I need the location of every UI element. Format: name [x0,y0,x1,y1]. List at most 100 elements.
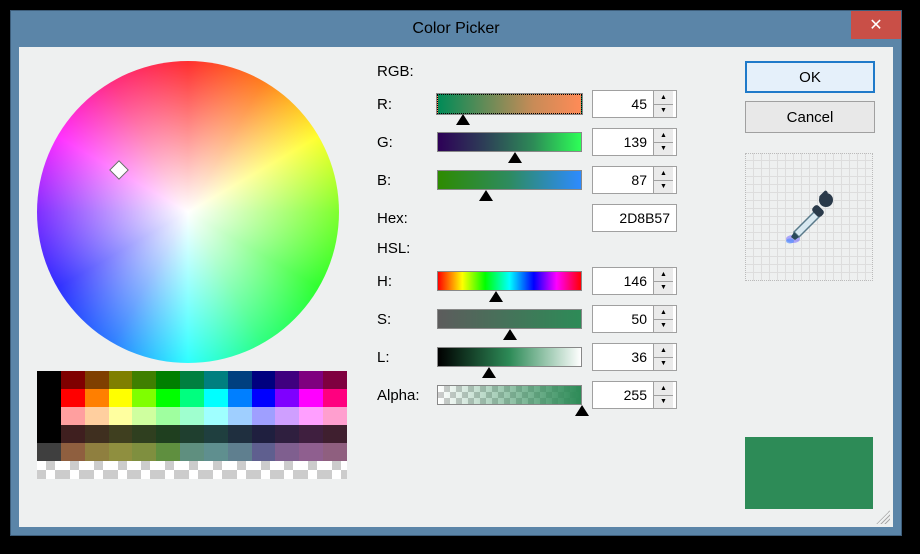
swatch[interactable] [275,371,299,389]
swatch[interactable] [252,371,276,389]
swatch[interactable] [299,407,323,425]
l-spin-down[interactable]: ▼ [654,358,673,371]
s-spin-up[interactable]: ▲ [654,306,673,320]
swatch-transparent[interactable] [132,461,156,479]
h-spin-up[interactable]: ▲ [654,268,673,282]
swatch[interactable] [252,425,276,443]
swatch[interactable] [204,371,228,389]
swatch[interactable] [85,443,109,461]
r-spinner[interactable]: ▲ ▼ [592,90,677,118]
g-slider-thumb[interactable] [508,152,522,163]
swatch[interactable] [61,407,85,425]
swatch[interactable] [204,407,228,425]
swatch[interactable] [109,389,133,407]
swatch[interactable] [180,407,204,425]
swatch[interactable] [180,389,204,407]
r-spin-down[interactable]: ▼ [654,105,673,118]
g-input[interactable] [593,129,653,155]
r-slider-thumb[interactable] [456,114,470,125]
b-spin-down[interactable]: ▼ [654,181,673,194]
swatch-transparent[interactable] [204,461,228,479]
swatch[interactable] [37,425,61,443]
swatch[interactable] [228,407,252,425]
swatch[interactable] [252,389,276,407]
r-input[interactable] [593,91,653,117]
swatch[interactable] [204,389,228,407]
swatch[interactable] [204,425,228,443]
swatch[interactable] [275,407,299,425]
h-slider[interactable] [437,271,582,291]
swatch[interactable] [37,407,61,425]
swatch[interactable] [275,389,299,407]
alpha-input[interactable] [593,382,653,408]
alpha-spinner[interactable]: ▲ ▼ [592,381,677,409]
swatch[interactable] [156,407,180,425]
swatch-transparent[interactable] [37,461,61,479]
swatch[interactable] [61,443,85,461]
l-slider-thumb[interactable] [482,367,496,378]
b-slider[interactable] [437,170,582,190]
swatch[interactable] [299,425,323,443]
swatch[interactable] [299,371,323,389]
swatch[interactable] [323,425,347,443]
b-spin-up[interactable]: ▲ [654,167,673,181]
swatch[interactable] [132,407,156,425]
s-slider-thumb[interactable] [503,329,517,340]
s-spinner[interactable]: ▲ ▼ [592,305,677,333]
b-input[interactable] [593,167,653,193]
swatch[interactable] [156,425,180,443]
swatch-transparent[interactable] [61,461,85,479]
alpha-slider[interactable] [437,385,582,405]
s-slider[interactable] [437,309,582,329]
swatch[interactable] [132,389,156,407]
eyedropper-area[interactable] [745,153,873,281]
wheel-marker[interactable] [109,160,129,180]
swatch[interactable] [132,443,156,461]
swatch[interactable] [180,425,204,443]
h-slider-thumb[interactable] [489,291,503,302]
swatch[interactable] [156,389,180,407]
swatch[interactable] [37,443,61,461]
swatch[interactable] [109,407,133,425]
g-slider[interactable] [437,132,582,152]
swatch[interactable] [228,443,252,461]
swatch[interactable] [275,443,299,461]
color-wheel[interactable] [37,61,339,363]
swatch[interactable] [156,371,180,389]
h-spin-down[interactable]: ▼ [654,282,673,295]
swatch[interactable] [252,443,276,461]
swatch[interactable] [180,443,204,461]
r-spin-up[interactable]: ▲ [654,91,673,105]
l-spin-up[interactable]: ▲ [654,344,673,358]
swatch-transparent[interactable] [299,461,323,479]
l-slider[interactable] [437,347,582,367]
swatch[interactable] [109,371,133,389]
alpha-slider-thumb[interactable] [575,405,589,416]
swatch[interactable] [156,443,180,461]
swatch-transparent[interactable] [275,461,299,479]
swatch[interactable] [228,371,252,389]
swatch-transparent[interactable] [180,461,204,479]
swatch[interactable] [132,425,156,443]
swatch[interactable] [323,443,347,461]
r-slider[interactable] [437,94,582,114]
swatch[interactable] [323,371,347,389]
swatch[interactable] [61,389,85,407]
h-spinner[interactable]: ▲ ▼ [592,267,677,295]
s-spin-down[interactable]: ▼ [654,320,673,333]
g-spinner[interactable]: ▲ ▼ [592,128,677,156]
swatch[interactable] [109,443,133,461]
swatch[interactable] [85,425,109,443]
swatch[interactable] [323,389,347,407]
swatch[interactable] [61,425,85,443]
ok-button[interactable]: OK [745,61,875,93]
swatch-transparent[interactable] [85,461,109,479]
swatch[interactable] [299,389,323,407]
swatch[interactable] [323,407,347,425]
swatch[interactable] [109,425,133,443]
swatch[interactable] [37,389,61,407]
alpha-spin-up[interactable]: ▲ [654,382,673,396]
l-spinner[interactable]: ▲ ▼ [592,343,677,371]
s-input[interactable] [593,306,653,332]
b-slider-thumb[interactable] [479,190,493,201]
